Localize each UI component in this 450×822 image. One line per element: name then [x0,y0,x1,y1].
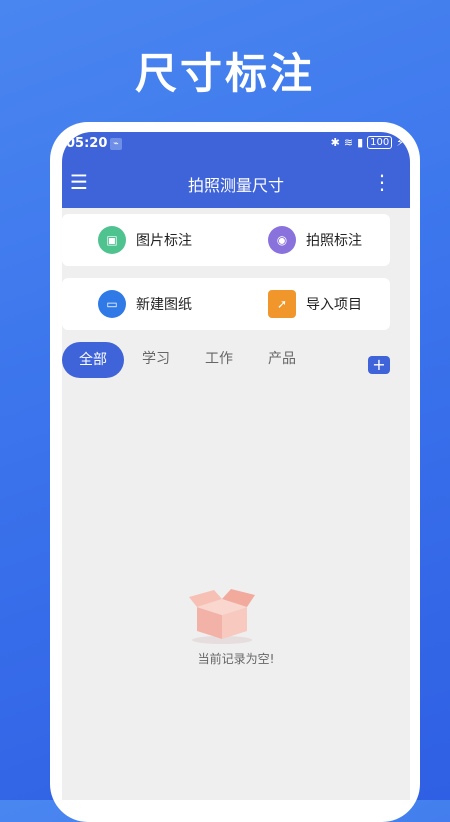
app-bar: ☰ 拍照测量尺寸 ⋮ [62,158,410,208]
category-tabs: 全部 学习 工作 产品 [62,342,410,378]
app-screen: 05:20 ⌁ ✱ ≋ ▮ 100 ⚡ ☰ 拍照测量尺寸 ⋮ ▣ 图片标注 ◉ … [62,132,410,800]
photo-annotate-button[interactable]: ◉ 拍照标注 [232,214,390,266]
tab-work[interactable]: 工作 [205,348,233,368]
status-icons: ✱ ≋ ▮ 100 ⚡ [331,136,404,149]
tab-all[interactable]: 全部 [62,342,124,378]
sim-icon: ▮ [357,136,364,149]
import-project-label: 导入项目 [306,297,362,313]
status-bar: 05:20 ⌁ ✱ ≋ ▮ 100 ⚡ [62,132,410,158]
app-title: 拍照测量尺寸 [187,176,284,195]
new-drawing-label: 新建图纸 [136,297,192,313]
tab-study[interactable]: 学习 [142,348,170,368]
import-folder-icon: ➚ [268,290,296,318]
charging-icon: ⚡ [396,136,404,149]
photo-annotate-label: 拍照标注 [306,233,362,249]
image-icon: ▣ [98,226,126,254]
empty-box-icon [189,589,255,644]
import-project-button[interactable]: ➚ 导入项目 [232,278,390,330]
new-drawing-button[interactable]: ▭ 新建图纸 [62,278,259,330]
camera-icon: ◉ [268,226,296,254]
image-annotate-label: 图片标注 [136,233,192,249]
battery-indicator: 100 [367,136,393,149]
empty-state-text: 当前记录为空! [197,652,275,666]
more-options-icon[interactable]: ⋮ [372,170,392,194]
bluetooth-icon: ✱ [330,136,340,149]
image-annotate-button[interactable]: ▣ 图片标注 [62,214,259,266]
status-time: 05:20 [66,136,108,151]
promo-title: 尺寸标注 [134,49,315,98]
new-file-icon: ▭ [98,290,126,318]
tab-product[interactable]: 产品 [268,348,296,368]
wifi-icon: ≋ [343,136,354,149]
add-folder-icon[interactable]: + [368,356,390,374]
usb-icon: ⌁ [110,138,122,150]
